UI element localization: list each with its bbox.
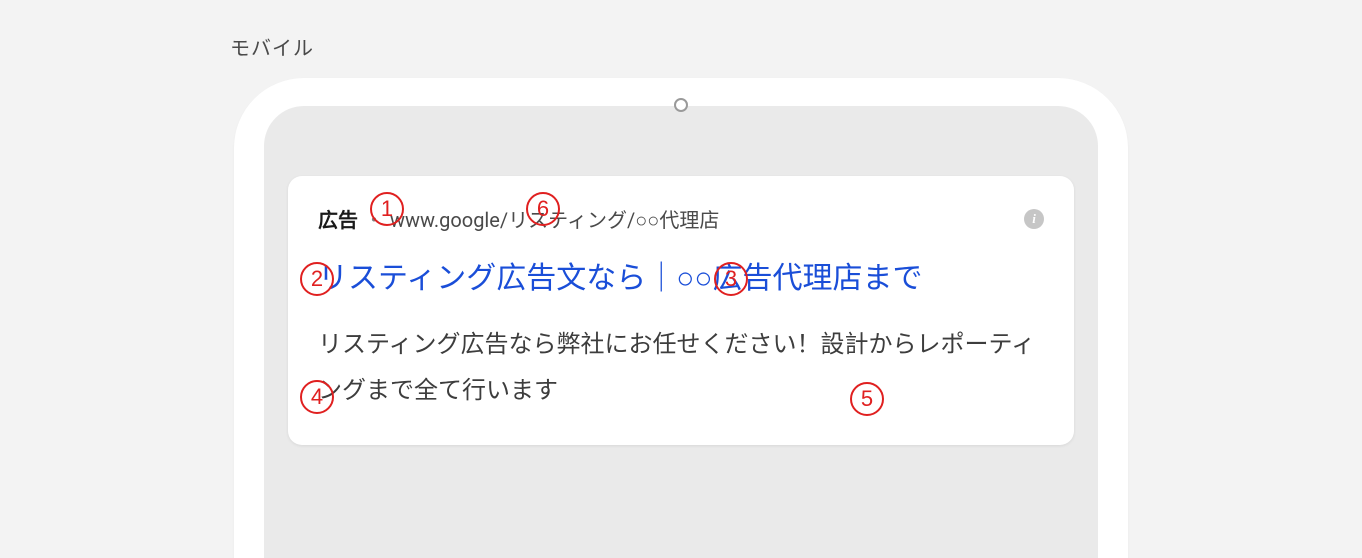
phone-frame: 広告 ・ www.google/リスティング/○○代理店 i リスティング広告文…: [234, 78, 1128, 558]
camera-icon: [674, 98, 688, 112]
annotation-4: 4: [300, 380, 334, 414]
section-label: モバイル: [230, 32, 314, 61]
annotation-3: 3: [714, 262, 748, 296]
annotation-1: 1: [370, 192, 404, 226]
annotation-2: 2: [300, 262, 334, 296]
info-icon[interactable]: i: [1024, 209, 1044, 229]
ad-preview-card: 広告 ・ www.google/リスティング/○○代理店 i リスティング広告文…: [288, 176, 1074, 445]
annotation-6: 6: [526, 192, 560, 226]
ad-description: リスティング広告なら弊社にお任せください！設計からレポーティングまで全て行います: [318, 322, 1044, 413]
ad-badge: 広告: [318, 204, 358, 233]
annotation-5: 5: [850, 382, 884, 416]
ad-url-row: 広告 ・ www.google/リスティング/○○代理店 i: [318, 204, 1044, 233]
phone-screen: 広告 ・ www.google/リスティング/○○代理店 i リスティング広告文…: [264, 106, 1098, 558]
ad-headline[interactable]: リスティング広告文なら｜○○広告代理店まで: [318, 253, 1044, 304]
